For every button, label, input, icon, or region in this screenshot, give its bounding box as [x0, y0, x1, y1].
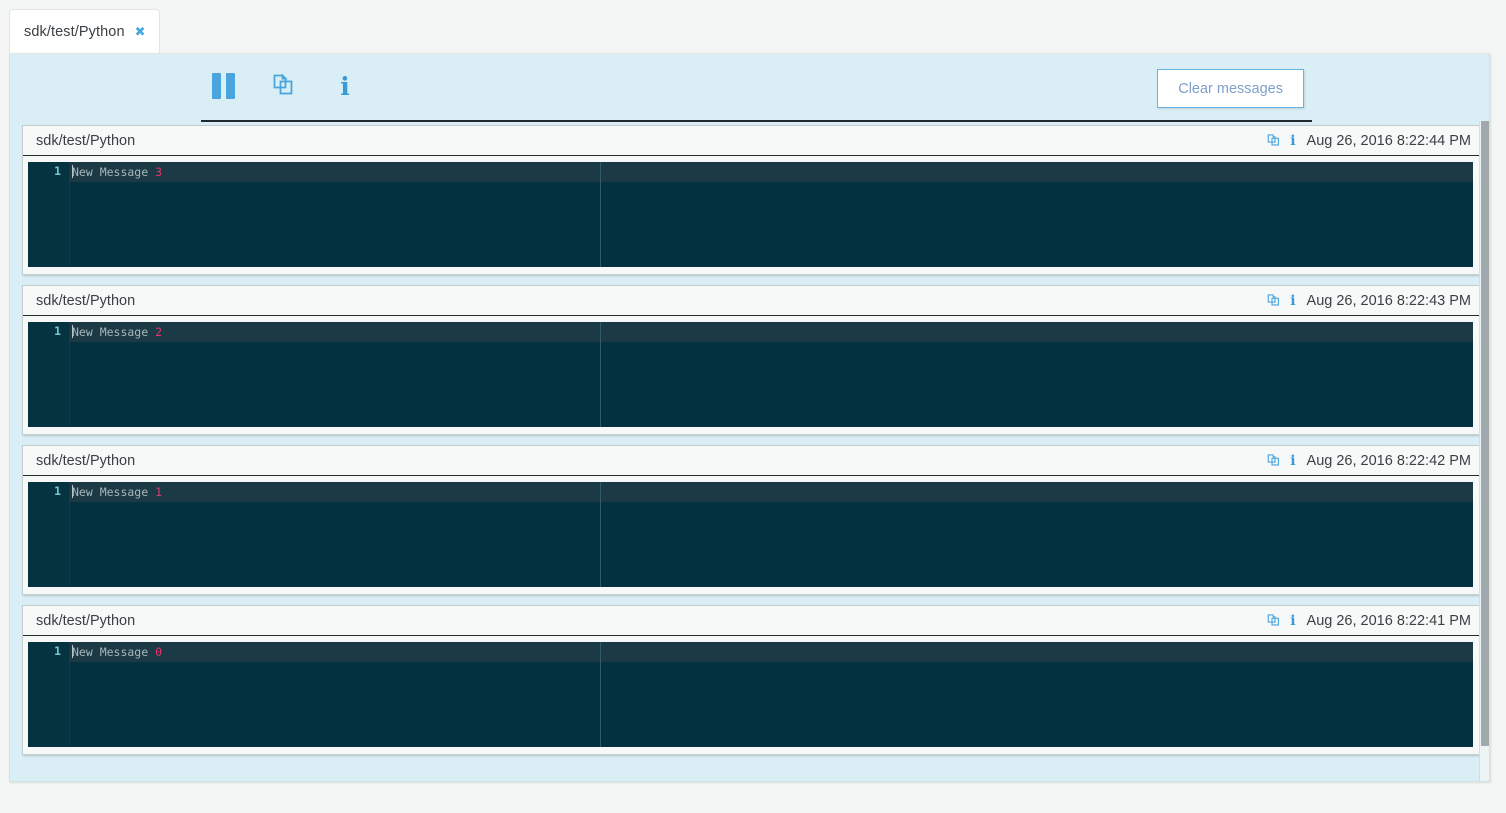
copy-message-button[interactable]	[1266, 133, 1281, 148]
tab-sdk-test-python[interactable]: sdk/test/Python ✖	[9, 9, 160, 54]
message-source-label: sdk/test/Python	[36, 612, 136, 629]
editor-gutter: 1	[28, 322, 70, 427]
copy-icon	[1267, 614, 1280, 626]
scrollbar-thumb[interactable]	[1481, 121, 1489, 746]
copy-message-button[interactable]	[1266, 613, 1281, 628]
code-number: 1	[155, 485, 163, 499]
message-card-header: sdk/test/Python i Aug 26, 2016 8:22:42 P…	[23, 446, 1479, 476]
active-line-highlight	[28, 642, 1473, 662]
message-card-header: sdk/test/Python i Aug 26, 2016 8:22:43 P…	[23, 286, 1479, 316]
info-icon: i	[340, 71, 350, 101]
message-list: sdk/test/Python i Aug 26, 2016 8:22:44 P…	[22, 125, 1480, 765]
copy-icon	[273, 73, 293, 95]
message-source-label: sdk/test/Python	[36, 132, 136, 149]
info-icon[interactable]: i	[1290, 134, 1295, 148]
info-icon[interactable]: i	[1290, 614, 1295, 628]
message-card[interactable]: sdk/test/Python i Aug 26, 2016 8:22:44 P…	[22, 125, 1480, 275]
copy-icon	[1267, 134, 1280, 146]
toolbar-underline	[201, 120, 1312, 122]
message-code-editor[interactable]: 1 New Message 2	[28, 322, 1473, 427]
message-code-editor[interactable]: 1 New Message 0	[28, 642, 1473, 747]
copy-icon	[1267, 454, 1280, 466]
message-timestamp: Aug 26, 2016 8:22:41 PM	[1306, 612, 1471, 629]
tab-strip: sdk/test/Python ✖	[0, 0, 1506, 54]
message-card-actions: i	[1266, 453, 1296, 468]
tab-label: sdk/test/Python	[24, 24, 125, 40]
editor-gutter: 1	[28, 162, 70, 267]
copy-all-button[interactable]	[267, 66, 301, 106]
message-card[interactable]: sdk/test/Python i Aug 26, 2016 8:22:43 P…	[22, 285, 1480, 435]
line-number: 1	[54, 164, 61, 178]
message-card[interactable]: sdk/test/Python i Aug 26, 2016 8:22:41 P…	[22, 605, 1480, 755]
line-number: 1	[54, 324, 61, 338]
code-line: New Message 2	[72, 324, 162, 340]
message-card-actions: i	[1266, 293, 1296, 308]
message-code-editor[interactable]: 1 New Message 3	[28, 162, 1473, 267]
message-timestamp: Aug 26, 2016 8:22:42 PM	[1306, 452, 1471, 469]
active-line-highlight	[28, 482, 1473, 502]
print-margin-ruler	[600, 162, 601, 267]
copy-icon	[1267, 294, 1280, 306]
code-text: New Message	[72, 485, 156, 499]
messages-panel: i Clear messages sdk/test/Python i Aug 2…	[9, 53, 1490, 782]
vertical-scrollbar[interactable]	[1479, 121, 1489, 781]
message-source-label: sdk/test/Python	[36, 292, 136, 309]
clear-messages-button[interactable]: Clear messages	[1157, 69, 1304, 108]
close-icon[interactable]: ✖	[135, 26, 146, 39]
message-timestamp: Aug 26, 2016 8:22:43 PM	[1306, 292, 1471, 309]
message-card-actions: i	[1266, 133, 1296, 148]
code-text: New Message	[72, 645, 156, 659]
toolbar-icon-group: i	[206, 66, 362, 106]
message-card-actions: i	[1266, 613, 1296, 628]
code-line: New Message 1	[72, 484, 162, 500]
print-margin-ruler	[600, 482, 601, 587]
code-text: New Message	[72, 325, 156, 339]
message-card-header: sdk/test/Python i Aug 26, 2016 8:22:44 P…	[23, 126, 1479, 156]
active-line-highlight	[28, 322, 1473, 342]
code-number: 0	[155, 645, 163, 659]
message-source-label: sdk/test/Python	[36, 452, 136, 469]
code-number: 3	[155, 165, 163, 179]
code-line: New Message 0	[72, 644, 162, 660]
print-margin-ruler	[600, 642, 601, 747]
line-number: 1	[54, 644, 61, 658]
copy-message-button[interactable]	[1266, 453, 1281, 468]
pause-icon	[211, 73, 235, 99]
info-icon[interactable]: i	[1290, 454, 1295, 468]
message-card[interactable]: sdk/test/Python i Aug 26, 2016 8:22:42 P…	[22, 445, 1480, 595]
print-margin-ruler	[600, 322, 601, 427]
message-code-editor[interactable]: 1 New Message 1	[28, 482, 1473, 587]
info-button[interactable]: i	[328, 66, 362, 106]
active-line-highlight	[28, 162, 1473, 182]
pause-button[interactable]	[206, 66, 240, 106]
editor-gutter: 1	[28, 482, 70, 587]
code-line: New Message 3	[72, 164, 162, 180]
editor-gutter: 1	[28, 642, 70, 747]
copy-message-button[interactable]	[1266, 293, 1281, 308]
toolbar: i Clear messages	[10, 54, 1491, 122]
message-card-header: sdk/test/Python i Aug 26, 2016 8:22:41 P…	[23, 606, 1479, 636]
line-number: 1	[54, 484, 61, 498]
info-icon[interactable]: i	[1290, 294, 1295, 308]
code-text: New Message	[72, 165, 156, 179]
message-timestamp: Aug 26, 2016 8:22:44 PM	[1306, 132, 1471, 149]
code-number: 2	[155, 325, 163, 339]
